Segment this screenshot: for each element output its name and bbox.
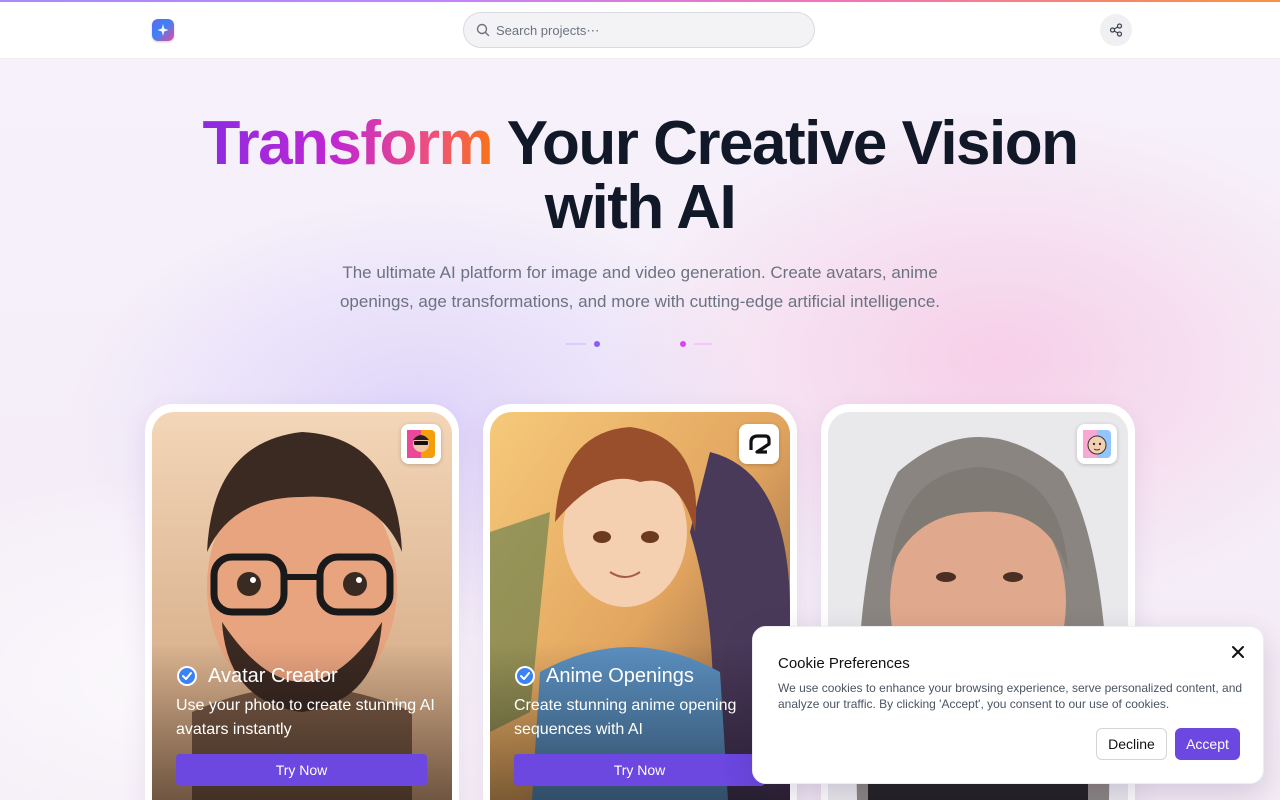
verified-badge-icon <box>177 666 197 686</box>
close-icon[interactable] <box>1229 643 1247 661</box>
search-input[interactable] <box>496 13 796 47</box>
card-avatar-creator[interactable]: Avatar Creator Use your photo to create … <box>145 404 459 800</box>
card-description: Create stunning anime opening sequences … <box>514 697 737 738</box>
card-title: Anime Openings <box>546 664 694 687</box>
card-title-row: Anime Openings <box>514 664 694 688</box>
hero-title-rest: Your Creative Vision <box>492 109 1079 178</box>
top-navbar <box>0 2 1280 59</box>
try-now-button[interactable]: Try Now <box>514 754 765 786</box>
search-icon <box>476 23 490 37</box>
verified-badge-icon <box>515 666 535 686</box>
cookie-description: We use cookies to enhance your browsing … <box>778 681 1243 711</box>
hero-subtitle-line1: The ultimate AI platform for image and v… <box>342 263 938 282</box>
sparkle-icon <box>157 24 169 36</box>
search-bar[interactable] <box>463 12 815 48</box>
age-face-icon <box>1077 424 1117 464</box>
try-now-button[interactable]: Try Now <box>176 754 427 786</box>
avatar-emoji-icon <box>401 424 441 464</box>
cookie-consent-banner: Cookie Preferences We use cookies to enh… <box>752 626 1264 784</box>
card-anime-openings[interactable]: Anime Openings Create stunning anime ope… <box>483 404 797 800</box>
card-description: Use your photo to create stunning AI ava… <box>176 697 435 738</box>
cookie-title: Cookie Preferences <box>778 655 910 672</box>
hero-subtitle: The ultimate AI platform for image and v… <box>300 258 980 316</box>
accept-button[interactable]: Accept <box>1175 728 1240 760</box>
app-logo[interactable] <box>152 19 174 41</box>
anime-logo-icon <box>739 424 779 464</box>
card-title: Avatar Creator <box>208 664 338 687</box>
card-title-row: Avatar Creator <box>176 664 338 688</box>
hero-title-highlight: Transform <box>202 109 494 178</box>
hero-title-line2: with AI <box>544 173 737 242</box>
decline-button[interactable]: Decline <box>1096 728 1167 760</box>
decorative-divider <box>566 341 712 347</box>
share-button[interactable] <box>1100 14 1132 46</box>
hero-subtitle-line2: openings, age transformations, and more … <box>339 292 941 311</box>
hero-title: Transform Your Creative Vision with AI <box>140 112 1140 240</box>
share-icon <box>1109 23 1123 37</box>
